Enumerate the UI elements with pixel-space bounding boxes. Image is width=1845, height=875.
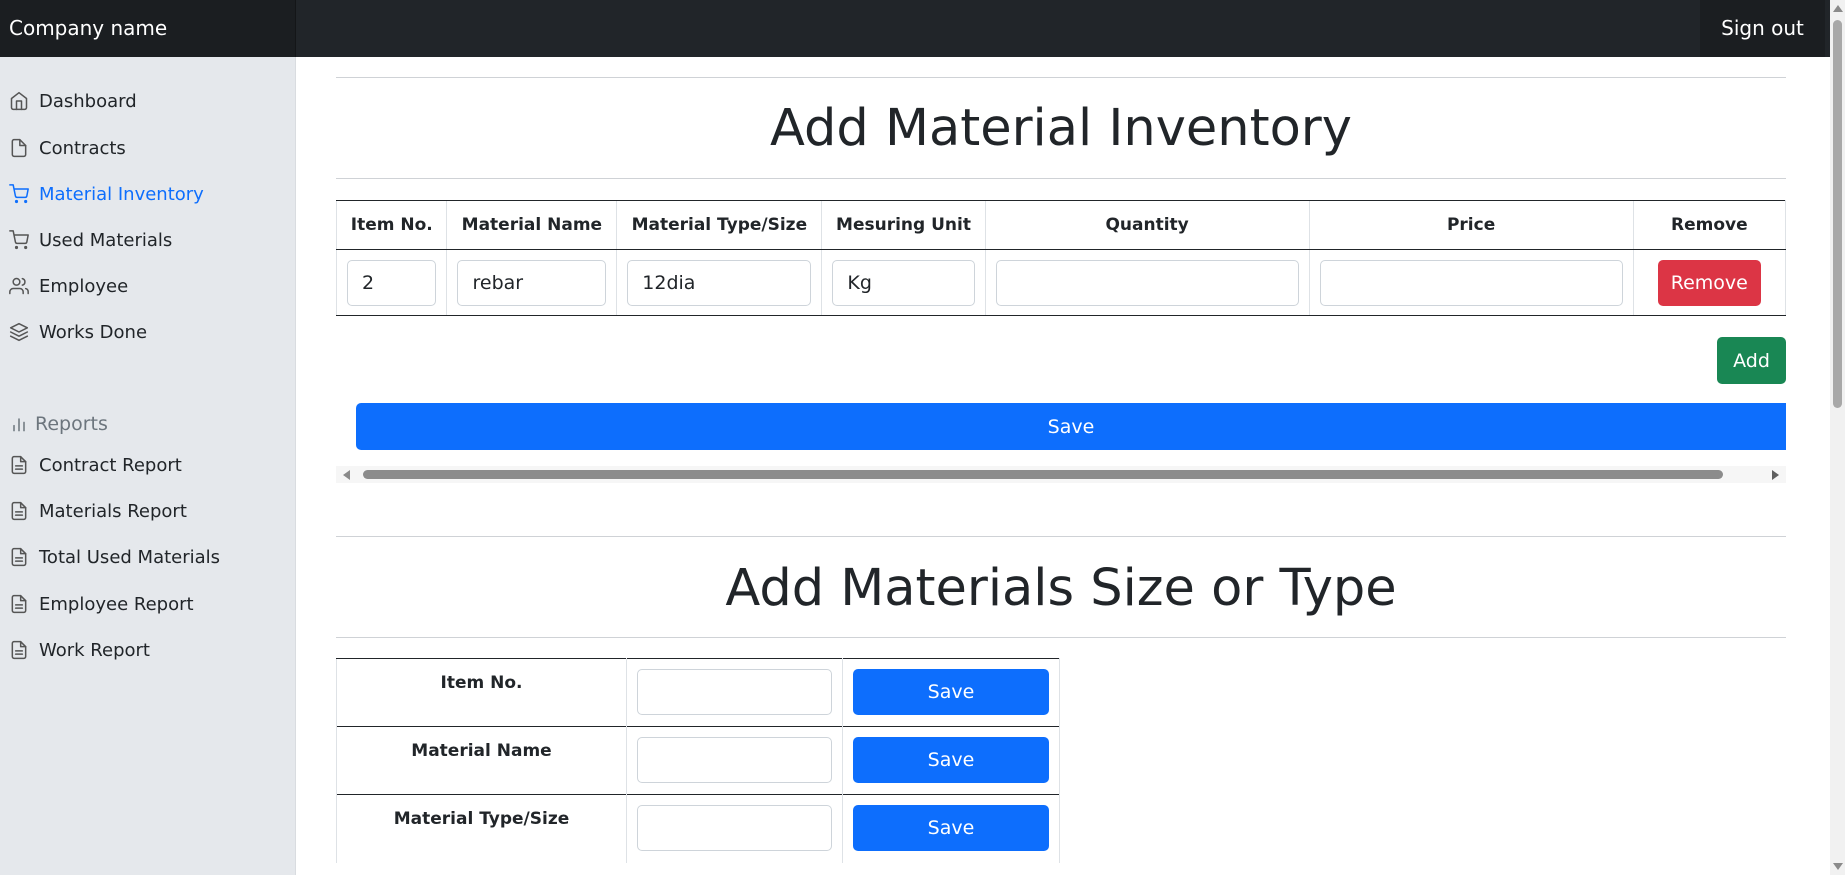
scrollbar-thumb[interactable] (363, 470, 1723, 479)
save-item-no-button[interactable]: Save (853, 669, 1049, 715)
divider (336, 178, 1786, 179)
section-title: Add Materials Size or Type (725, 559, 1397, 618)
sidebar-item-label: Employee Report (39, 593, 194, 615)
sidebar-item-label: Contract Report (39, 454, 182, 476)
sidebar: Dashboard Contracts Material Inventory U… (0, 57, 296, 875)
file-text-icon (9, 547, 29, 567)
divider (336, 637, 1786, 638)
remove-button[interactable]: Remove (1657, 259, 1761, 306)
sidebar-item-material-inventory[interactable]: Material Inventory (0, 177, 296, 211)
sidebar-item-contract-report[interactable]: Contract Report (0, 448, 296, 482)
sidebar-item-label: Contracts (39, 137, 126, 159)
sidebar-item-work-report[interactable]: Work Report (0, 633, 296, 667)
column-header: Price (1308, 200, 1634, 250)
material-type-field[interactable] (637, 805, 832, 851)
sign-out-link[interactable]: Sign out (1700, 0, 1825, 57)
file-icon (9, 138, 29, 158)
sidebar-item-works-done[interactable]: Works Done (0, 315, 296, 349)
sidebar-item-materials-report[interactable]: Materials Report (0, 494, 296, 528)
sidebar-item-label: Employee (39, 275, 129, 297)
sidebar-item-label: Materials Report (39, 500, 187, 522)
column-header: Remove (1632, 200, 1787, 250)
table-row: Material Name Save (336, 726, 1060, 795)
column-header: Item No. (335, 200, 447, 250)
divider (336, 77, 1786, 78)
sidebar-item-label: Work Report (39, 639, 150, 661)
measuring-unit-input[interactable] (832, 259, 975, 306)
column-header: Material Name (446, 200, 617, 250)
row-label: Material Name (336, 726, 627, 795)
top-navbar: Company name Sign out (0, 0, 1845, 57)
table-row: Item No. Save (336, 658, 1060, 727)
material-name-input[interactable] (457, 259, 607, 306)
reports-heading: Reports (0, 407, 108, 441)
price-input[interactable] (1319, 259, 1623, 306)
file-text-icon (9, 455, 29, 475)
inventory-table: Item No. Material Name Material Type/Siz… (335, 200, 1787, 316)
home-icon (9, 91, 29, 111)
quantity-input[interactable] (995, 259, 1299, 306)
save-inventory-button[interactable]: Save (356, 403, 1786, 450)
table-row: Material Type/Size Save (336, 794, 1060, 863)
company-brand[interactable]: Company name (0, 0, 296, 57)
item-no-field[interactable] (637, 669, 832, 715)
sidebar-item-used-materials[interactable]: Used Materials (0, 223, 296, 257)
table-row: Remove (335, 249, 1787, 316)
column-header: Quantity (984, 200, 1310, 250)
column-header: Material Type/Size (616, 200, 822, 250)
sidebar-item-label: Works Done (39, 321, 148, 343)
file-text-icon (9, 594, 29, 614)
sidebar-item-dashboard[interactable]: Dashboard (0, 84, 296, 118)
layers-icon (9, 322, 29, 342)
bar-chart-icon (9, 414, 29, 434)
table-header-row: Item No. Material Name Material Type/Siz… (335, 200, 1787, 250)
size-type-table: Item No. Save Material Name Save Materia… (336, 658, 1060, 863)
horizontal-scrollbar[interactable] (336, 466, 1786, 483)
users-icon (9, 276, 29, 296)
sidebar-item-employee-report[interactable]: Employee Report (0, 587, 296, 621)
reports-heading-label: Reports (35, 413, 108, 435)
sidebar-item-label: Used Materials (39, 229, 173, 251)
item-no-input[interactable] (347, 259, 437, 306)
add-row-button[interactable]: Add (1717, 337, 1786, 384)
column-header: Mesuring Unit (821, 200, 986, 250)
sidebar-item-contracts[interactable]: Contracts (0, 131, 296, 165)
save-material-name-button[interactable]: Save (853, 737, 1049, 783)
sidebar-item-label: Total Used Materials (39, 546, 221, 568)
scroll-left-icon[interactable] (343, 470, 350, 480)
shopping-cart-icon (9, 230, 29, 250)
material-type-input[interactable] (627, 259, 812, 306)
scroll-up-icon[interactable] (1833, 5, 1843, 12)
file-text-icon (9, 501, 29, 521)
save-material-type-button[interactable]: Save (853, 805, 1049, 851)
row-label: Item No. (336, 658, 627, 727)
sidebar-item-label: Dashboard (39, 90, 137, 112)
page-title: Add Material Inventory (770, 99, 1352, 158)
row-label: Material Type/Size (336, 794, 627, 863)
scroll-right-icon[interactable] (1772, 470, 1779, 480)
material-name-field[interactable] (637, 737, 832, 783)
file-text-icon (9, 640, 29, 660)
vertical-scrollbar[interactable] (1830, 0, 1845, 875)
divider (336, 536, 1786, 537)
sidebar-item-total-used-materials[interactable]: Total Used Materials (0, 540, 296, 574)
scroll-down-icon[interactable] (1833, 863, 1843, 870)
scrollbar-thumb[interactable] (1833, 20, 1842, 408)
sidebar-item-label: Material Inventory (39, 183, 204, 205)
shopping-cart-icon (9, 184, 29, 204)
sidebar-item-employee[interactable]: Employee (0, 269, 296, 303)
